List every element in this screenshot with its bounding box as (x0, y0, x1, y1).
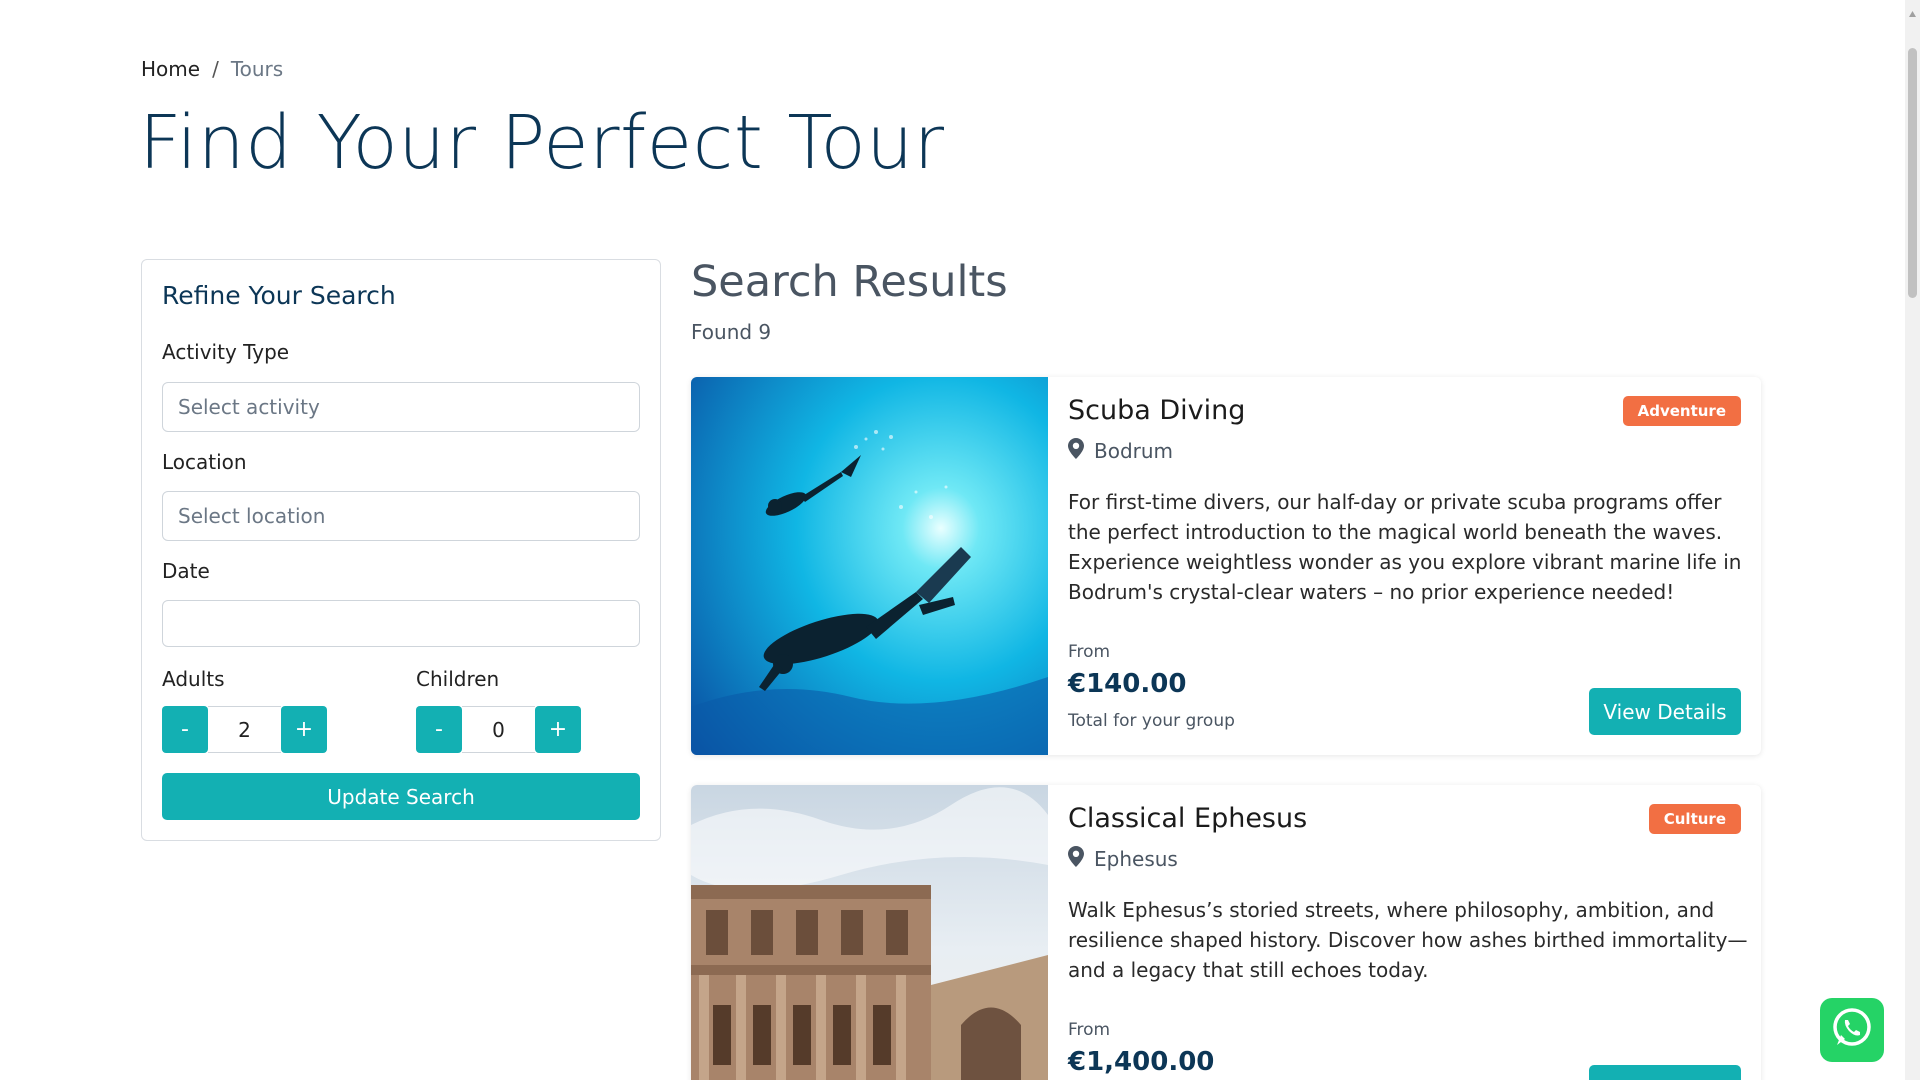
tour-location: Bodrum (1068, 438, 1173, 464)
category-badge: Culture (1648, 804, 1741, 834)
tour-title[interactable]: Scuba Diving (1068, 395, 1245, 426)
children-value[interactable]: 0 (462, 706, 535, 753)
whatsapp-chat-button[interactable] (1820, 998, 1884, 1062)
filter-panel-title: Refine Your Search (162, 281, 396, 310)
children-decrement-button[interactable]: - (416, 706, 462, 753)
breadcrumb: Home / Tours (141, 57, 283, 81)
view-details-button[interactable]: View Details (1589, 688, 1741, 735)
children-increment-button[interactable]: + (535, 706, 581, 753)
adults-increment-button[interactable]: + (281, 706, 327, 753)
map-pin-icon (1068, 846, 1084, 872)
tour-title[interactable]: Classical Ephesus (1068, 803, 1307, 834)
tour-card-body: Scuba Diving Adventure Bodrum For first-… (1048, 377, 1761, 755)
adults-stepper: - 2 + (162, 706, 327, 754)
adults-decrement-button[interactable]: - (162, 706, 208, 753)
breadcrumb-current: Tours (230, 57, 284, 81)
activity-type-label: Activity Type (162, 340, 290, 364)
scroll-up-arrow-icon[interactable] (1908, 4, 1917, 17)
price-from-label: From (1068, 642, 1111, 662)
adults-value[interactable]: 2 (208, 706, 281, 753)
view-details-button[interactable]: View Details (1589, 1065, 1741, 1080)
tour-card-body: Classical Ephesus Culture Ephesus Walk E… (1048, 785, 1761, 1080)
tour-location-label: Bodrum (1094, 439, 1174, 463)
price-note: Total for your group (1068, 711, 1235, 731)
date-label: Date (162, 559, 210, 583)
children-stepper: - 0 + (416, 706, 581, 754)
price-from-label: From (1068, 1020, 1111, 1040)
breadcrumb-separator: / (212, 57, 219, 81)
children-label: Children (416, 667, 500, 691)
update-search-button[interactable]: Update Search (162, 773, 640, 820)
tour-price: €140.00 (1068, 669, 1187, 699)
location-label: Location (162, 450, 247, 474)
search-filter-panel: Refine Your Search Activity Type Select … (141, 259, 661, 841)
tour-card: Classical Ephesus Culture Ephesus Walk E… (691, 785, 1761, 1080)
tour-card: Scuba Diving Adventure Bodrum For first-… (691, 377, 1761, 755)
page-scrollbar[interactable] (1905, 0, 1920, 1080)
activity-select[interactable]: Select activity (162, 382, 640, 432)
date-input[interactable] (162, 600, 640, 647)
tour-image-scuba[interactable] (691, 377, 1048, 755)
activity-select-placeholder: Select activity (178, 395, 320, 419)
breadcrumb-home-link[interactable]: Home (141, 57, 200, 81)
tour-image-ephesus[interactable] (691, 785, 1048, 1080)
location-select-placeholder: Select location (178, 504, 326, 528)
results-title: Search Results (691, 257, 1008, 307)
location-select[interactable]: Select location (162, 491, 640, 541)
page: Home / Tours Find Your Perfect Tour Refi… (0, 0, 1920, 1080)
tour-description: Walk Ephesus’s storied streets, where ph… (1068, 898, 1748, 982)
map-pin-icon (1068, 438, 1084, 464)
tour-description: For first-time divers, our half-day or p… (1068, 490, 1742, 604)
category-badge: Adventure (1622, 396, 1741, 426)
tour-location: Ephesus (1068, 846, 1178, 872)
page-title: Find Your Perfect Tour (139, 100, 945, 186)
scrollbar-thumb[interactable] (1908, 48, 1917, 298)
whatsapp-icon (1829, 1005, 1875, 1055)
results-count: Found 9 (691, 320, 772, 344)
tour-location-label: Ephesus (1094, 847, 1178, 871)
tour-price: €1,400.00 (1068, 1047, 1215, 1077)
adults-label: Adults (162, 667, 225, 691)
